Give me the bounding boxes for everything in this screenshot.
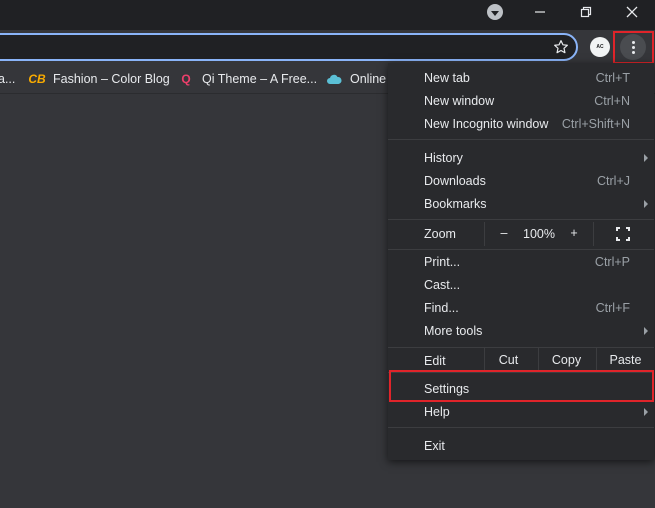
settings-highlight bbox=[389, 370, 654, 402]
menu-label: More tools bbox=[424, 323, 483, 338]
qi-logo-icon: Q bbox=[181, 72, 191, 86]
menu-label: New Incognito window bbox=[424, 116, 549, 131]
menu-item-more-tools[interactable]: More tools bbox=[388, 319, 654, 342]
menu-item-new-window[interactable]: New window Ctrl+N bbox=[388, 89, 654, 112]
minimize-icon bbox=[535, 11, 545, 13]
menu-item-exit[interactable]: Exit bbox=[388, 434, 654, 457]
profile-avatar[interactable]: AC bbox=[590, 37, 610, 57]
menu-item-bookmarks[interactable]: Bookmarks bbox=[388, 192, 654, 215]
bookmark-label: Qi Theme – A Free... bbox=[202, 72, 318, 86]
menu-shortcut: Ctrl+Shift+N bbox=[561, 116, 630, 131]
cloud-logo-icon bbox=[326, 71, 342, 87]
cb-logo-icon: CB bbox=[28, 72, 46, 86]
bookmark-label: Online bbox=[350, 72, 387, 86]
menu-label: History bbox=[424, 150, 463, 165]
menu-item-help[interactable]: Help bbox=[388, 400, 654, 423]
menu-label: Exit bbox=[424, 438, 445, 453]
menu-item-downloads[interactable]: Downloads Ctrl+J bbox=[388, 169, 654, 192]
minimize-button[interactable] bbox=[520, 0, 560, 24]
cut-label: Cut bbox=[498, 353, 519, 367]
bookmark-label: Fashion – Color Blog bbox=[53, 72, 170, 86]
menu-button-highlight bbox=[613, 31, 654, 64]
menu-label: Edit bbox=[424, 354, 446, 368]
submenu-arrow-icon bbox=[644, 326, 648, 335]
submenu-arrow-icon bbox=[644, 199, 648, 208]
bookmark-label: a... bbox=[0, 72, 16, 86]
menu-label: New window bbox=[424, 93, 495, 108]
menu-item-new-tab[interactable]: New tab Ctrl+T bbox=[388, 66, 654, 89]
menu-item-find[interactable]: Find... Ctrl+F bbox=[388, 296, 654, 319]
bookmark-star-button[interactable] bbox=[550, 36, 572, 58]
menu-label: New tab bbox=[424, 70, 470, 85]
menu-separator bbox=[388, 427, 654, 428]
menu-label: Zoom bbox=[424, 227, 456, 241]
bookmark-item[interactable]: CB Fashion – Color Blog bbox=[28, 70, 170, 88]
zoom-controls: – 100% + bbox=[484, 222, 594, 246]
bookmark-item[interactable]: a... bbox=[0, 70, 15, 88]
submenu-arrow-icon bbox=[644, 407, 648, 416]
menu-label: Print... bbox=[424, 254, 461, 269]
menu-label: Find... bbox=[424, 300, 459, 315]
copy-button[interactable]: Copy bbox=[538, 348, 594, 372]
menu-zoom-row: Zoom – 100% + bbox=[388, 222, 654, 246]
paste-button[interactable]: Paste bbox=[596, 348, 654, 372]
fullscreen-icon[interactable] bbox=[616, 227, 630, 241]
restore-icon bbox=[580, 6, 592, 18]
menu-label: Cast... bbox=[424, 277, 461, 292]
submenu-arrow-icon bbox=[644, 153, 648, 162]
paste-label: Paste bbox=[609, 353, 642, 367]
toolbar: AC bbox=[0, 30, 655, 64]
address-bar[interactable] bbox=[0, 33, 578, 61]
avatar-text: AC bbox=[596, 44, 604, 50]
close-icon bbox=[626, 6, 638, 18]
copy-label: Copy bbox=[551, 353, 582, 367]
star-icon bbox=[554, 40, 568, 54]
menu-item-history[interactable]: History bbox=[388, 146, 654, 169]
zoom-level: 100% bbox=[523, 227, 555, 241]
zoom-out-button[interactable]: – bbox=[497, 226, 511, 240]
menu-label: Help bbox=[424, 404, 450, 419]
cut-button[interactable]: Cut bbox=[484, 348, 532, 372]
zoom-in-button[interactable]: + bbox=[567, 226, 581, 240]
menu-shortcut: Ctrl+P bbox=[594, 254, 630, 269]
menu-item-new-incognito[interactable]: New Incognito window Ctrl+Shift+N bbox=[388, 112, 654, 135]
menu-shortcut: Ctrl+N bbox=[594, 93, 630, 108]
menu-label: Bookmarks bbox=[424, 196, 487, 211]
menu-edit-row: Edit Cut Copy Paste bbox=[388, 348, 654, 372]
menu-item-cast[interactable]: Cast... bbox=[388, 273, 654, 296]
menu-separator bbox=[388, 219, 654, 220]
menu-label: Downloads bbox=[424, 173, 486, 188]
menu-shortcut: Ctrl+F bbox=[595, 300, 630, 315]
menu-shortcut: Ctrl+T bbox=[595, 70, 630, 85]
bookmark-item[interactable]: Online bbox=[326, 70, 386, 88]
close-window-button[interactable] bbox=[612, 0, 652, 24]
menu-shortcut: Ctrl+J bbox=[597, 173, 630, 188]
menu-item-print[interactable]: Print... Ctrl+P bbox=[388, 250, 654, 273]
bookmark-item[interactable]: Q Qi Theme – A Free... bbox=[178, 70, 317, 88]
menu-separator bbox=[388, 139, 654, 140]
restore-button[interactable] bbox=[566, 0, 606, 24]
tab-search-icon[interactable] bbox=[487, 4, 503, 20]
title-bar bbox=[0, 0, 655, 30]
